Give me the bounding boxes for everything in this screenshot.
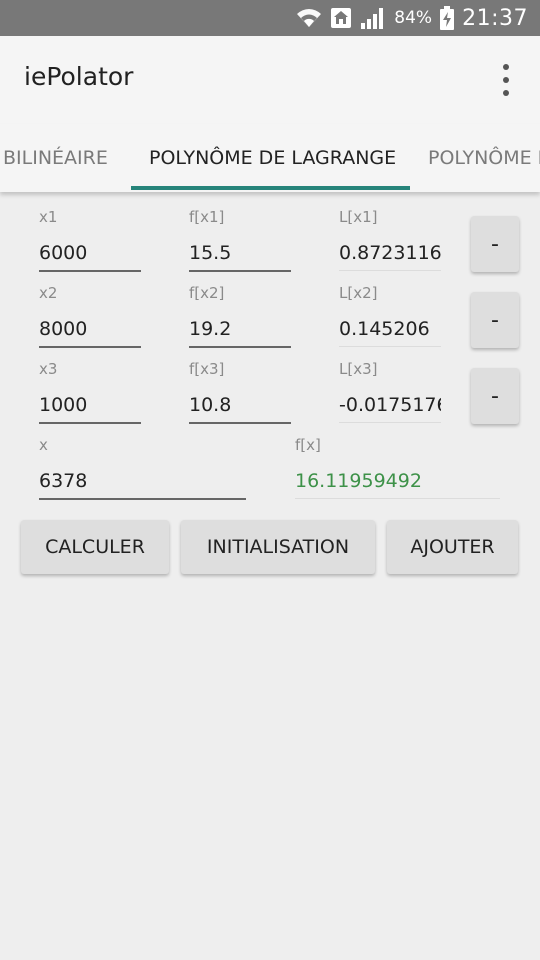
status-icons: 84% 21:37 — [296, 0, 528, 36]
calculer-button[interactable]: CALCULER — [21, 520, 169, 574]
x3-input[interactable]: 1000 — [39, 388, 141, 424]
ajouter-button[interactable]: AJOUTER — [387, 520, 518, 574]
overflow-menu-icon[interactable] — [498, 64, 514, 96]
status-bar: 84% 21:37 — [0, 0, 540, 36]
clock: 21:37 — [462, 5, 528, 31]
x2-label: x2 — [39, 284, 58, 302]
home-notification-icon — [330, 7, 352, 29]
app-title: iePolator — [24, 62, 134, 91]
tab-bar: BILINÉAIRE POLYNÔME DE LAGRANGE POLYNÔME… — [0, 124, 540, 192]
fx2-input[interactable]: 19.2 — [189, 312, 291, 348]
x-label: x — [39, 436, 48, 454]
fx2-label: f[x2] — [189, 284, 225, 302]
x2-input[interactable]: 8000 — [39, 312, 141, 348]
battery-charging-icon — [440, 6, 455, 30]
fx1-input[interactable]: 15.5 — [189, 236, 291, 272]
x1-label: x1 — [39, 208, 58, 226]
signal-icon — [360, 7, 386, 29]
tab-indicator — [131, 186, 410, 190]
fx3-input[interactable]: 10.8 — [189, 388, 291, 424]
initialisation-button[interactable]: INITIALISATION — [181, 520, 375, 574]
lx1-value: 0.872311600 — [339, 236, 441, 271]
tab-polynome-lagrange[interactable]: POLYNÔME DE LAGRANGE — [149, 124, 396, 192]
x3-label: x3 — [39, 360, 58, 378]
app-bar: iePolator — [0, 36, 540, 124]
remove-row-1-button[interactable]: - — [471, 216, 519, 272]
remove-row-2-button[interactable]: - — [471, 292, 519, 348]
fx-label: f[x] — [295, 436, 321, 454]
lx2-label: L[x2] — [339, 284, 378, 302]
x-input[interactable]: 6378 — [39, 464, 246, 500]
lx1-label: L[x1] — [339, 208, 378, 226]
tab-polynome-next[interactable]: POLYNÔME DE — [428, 124, 540, 192]
tab-bilineaire[interactable]: BILINÉAIRE — [3, 124, 108, 192]
wifi-icon — [296, 7, 322, 29]
x1-input[interactable]: 6000 — [39, 236, 141, 272]
fx3-label: f[x3] — [189, 360, 225, 378]
lx3-value: -0.0175176 — [339, 388, 441, 423]
battery-percent: 84% — [394, 8, 433, 28]
lx3-label: L[x3] — [339, 360, 378, 378]
fx1-label: f[x1] — [189, 208, 225, 226]
remove-row-3-button[interactable]: - — [471, 368, 519, 424]
lx2-value: 0.145206 — [339, 312, 441, 347]
fx-result: 16.11959492 — [295, 464, 500, 499]
